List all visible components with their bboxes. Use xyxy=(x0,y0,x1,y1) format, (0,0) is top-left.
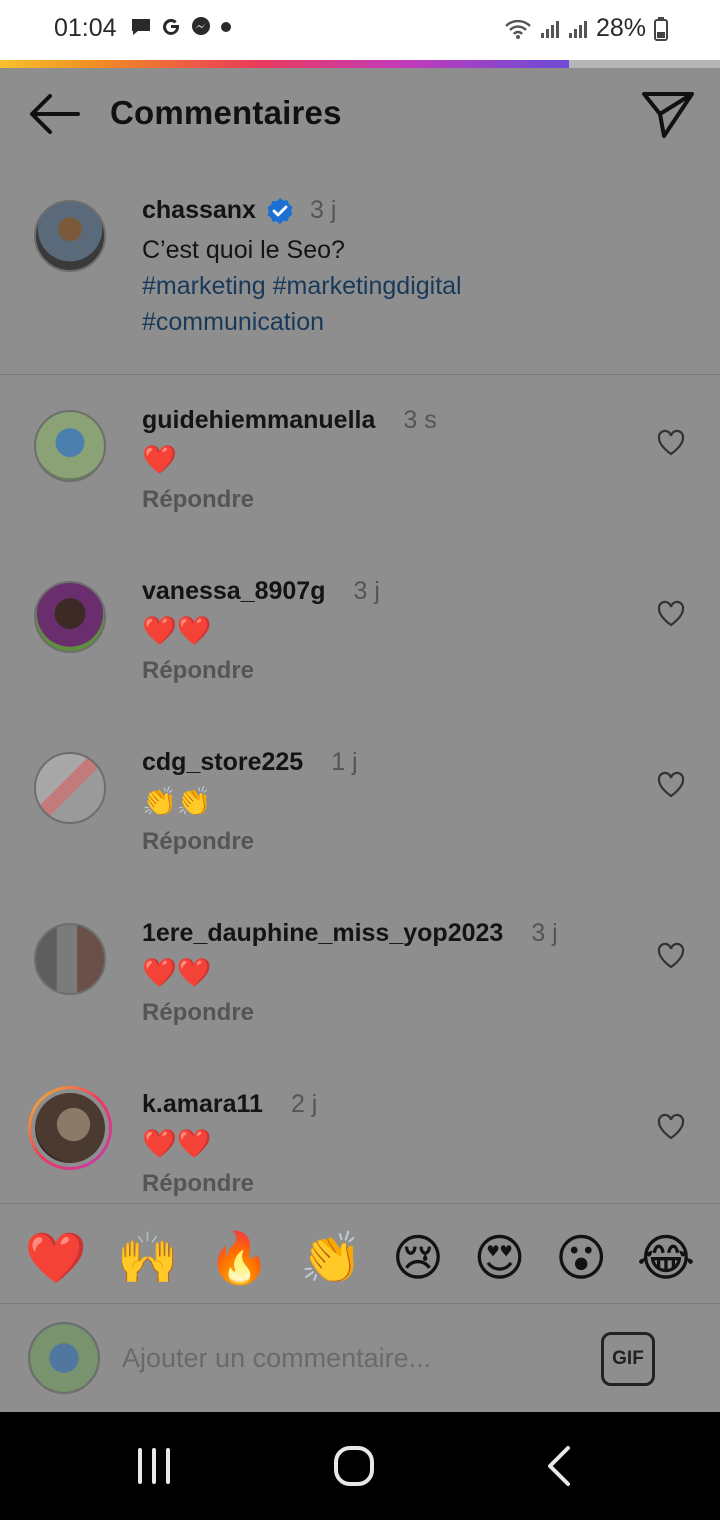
avatar[interactable] xyxy=(34,581,106,653)
emoji-surprised-face[interactable]: 😮 xyxy=(555,1228,607,1288)
heart-icon[interactable] xyxy=(656,599,686,629)
send-icon[interactable] xyxy=(640,86,696,142)
recent-apps-icon[interactable] xyxy=(130,1442,178,1490)
comment-username[interactable]: cdg_store225 xyxy=(142,748,303,777)
comment-time: 3 s xyxy=(403,406,437,434)
wifi-icon xyxy=(505,19,531,39)
heart-icon[interactable] xyxy=(656,941,686,971)
post-caption: chassanx 3 j C’est quoi le Seo? #marketi… xyxy=(0,180,720,375)
comment-time: 2 j xyxy=(290,1090,318,1118)
emoji-clapping-hands[interactable]: 👏 xyxy=(300,1228,362,1288)
dot-icon xyxy=(221,22,231,32)
quick-emoji-bar: ❤️ 🙌 🔥 👏 😢 😍 😮 😂 xyxy=(0,1216,720,1300)
comment-input[interactable] xyxy=(122,1338,562,1378)
avatar[interactable] xyxy=(34,200,106,272)
comment-composer: GIF xyxy=(0,1303,720,1411)
battery-icon xyxy=(654,16,668,41)
comment-username[interactable]: 1ere_dauphine_miss_yop2023 xyxy=(142,919,503,948)
system-navigation-bar xyxy=(0,1412,720,1520)
reply-button[interactable]: Répondre xyxy=(142,999,254,1027)
emoji-crying-face[interactable]: 😢 xyxy=(392,1228,444,1288)
emoji-heart-eyes[interactable]: 😍 xyxy=(474,1228,526,1288)
comment-text: ❤️ xyxy=(142,444,177,475)
divider xyxy=(0,1203,720,1204)
emoji-raising-hands[interactable]: 🙌 xyxy=(117,1228,179,1288)
comment-text: ❤️❤️ xyxy=(142,1128,212,1159)
comment-item: cdg_store225 1 j 👏👏 Répondre xyxy=(0,748,720,923)
reply-button[interactable]: Répondre xyxy=(142,828,254,856)
story-progress-bar xyxy=(0,60,720,68)
caption-header: chassanx 3 j xyxy=(142,196,336,225)
avatar-story-ring[interactable] xyxy=(28,1086,112,1170)
comment-item: 1ere_dauphine_miss_yop2023 3 j ❤️❤️ Répon… xyxy=(0,919,720,1094)
comment-time: 3 j xyxy=(531,919,558,947)
avatar[interactable] xyxy=(34,752,106,824)
battery-percent: 28% xyxy=(595,14,646,42)
story-progress-fill xyxy=(0,60,569,68)
reply-button[interactable]: Répondre xyxy=(142,486,254,514)
caption-text: C’est quoi le Seo? xyxy=(142,236,345,264)
comment-username[interactable]: k.amara11 xyxy=(142,1090,263,1119)
caption-hashtags[interactable]: #marketing #marketingdigital #communicat… xyxy=(142,268,562,340)
status-time: 01:04 xyxy=(54,14,117,42)
post-time: 3 j xyxy=(309,196,337,224)
comment-item: vanessa_8907g 3 j ❤️❤️ Répondre xyxy=(0,577,720,752)
comment-username[interactable]: guidehiemmanuella xyxy=(142,406,375,435)
comment-text: 👏👏 xyxy=(142,786,212,817)
back-icon[interactable] xyxy=(536,1442,584,1490)
heart-icon[interactable] xyxy=(656,1112,686,1142)
emoji-tears-of-joy[interactable]: 😂 xyxy=(637,1228,695,1288)
comment-item: guidehiemmanuella 3 s ❤️ Répondre xyxy=(0,406,720,581)
heart-icon[interactable] xyxy=(656,428,686,458)
page-title: Commentaires xyxy=(110,94,342,131)
gif-button[interactable]: GIF xyxy=(601,1332,655,1386)
avatar xyxy=(35,1093,105,1163)
comment-text: ❤️❤️ xyxy=(142,957,212,988)
avatar[interactable] xyxy=(34,410,106,482)
emoji-red-heart[interactable]: ❤️ xyxy=(25,1228,87,1288)
comment-time: 1 j xyxy=(331,748,358,776)
status-right: 28% xyxy=(504,14,668,43)
signal-icon xyxy=(540,20,559,38)
comments-header: Commentaires xyxy=(0,68,720,160)
google-icon xyxy=(163,18,179,35)
notification-icons xyxy=(130,16,232,38)
messenger-icon xyxy=(192,17,210,35)
comment-text: ❤️❤️ xyxy=(142,615,212,646)
signal-icon xyxy=(568,20,587,38)
back-arrow-icon[interactable] xyxy=(24,90,82,138)
username[interactable]: chassanx xyxy=(142,196,256,225)
verified-badge-icon xyxy=(267,197,293,224)
heart-icon[interactable] xyxy=(656,770,686,800)
home-icon[interactable] xyxy=(330,1442,378,1490)
emoji-fire[interactable]: 🔥 xyxy=(208,1228,270,1288)
avatar[interactable] xyxy=(34,923,106,995)
message-icon xyxy=(132,19,150,35)
current-user-avatar xyxy=(28,1322,100,1394)
comment-time: 3 j xyxy=(353,577,380,605)
comment-username[interactable]: vanessa_8907g xyxy=(142,577,325,606)
reply-button[interactable]: Répondre xyxy=(142,1170,254,1198)
status-bar: 01:04 28% xyxy=(0,0,720,60)
reply-button[interactable]: Répondre xyxy=(142,657,254,685)
